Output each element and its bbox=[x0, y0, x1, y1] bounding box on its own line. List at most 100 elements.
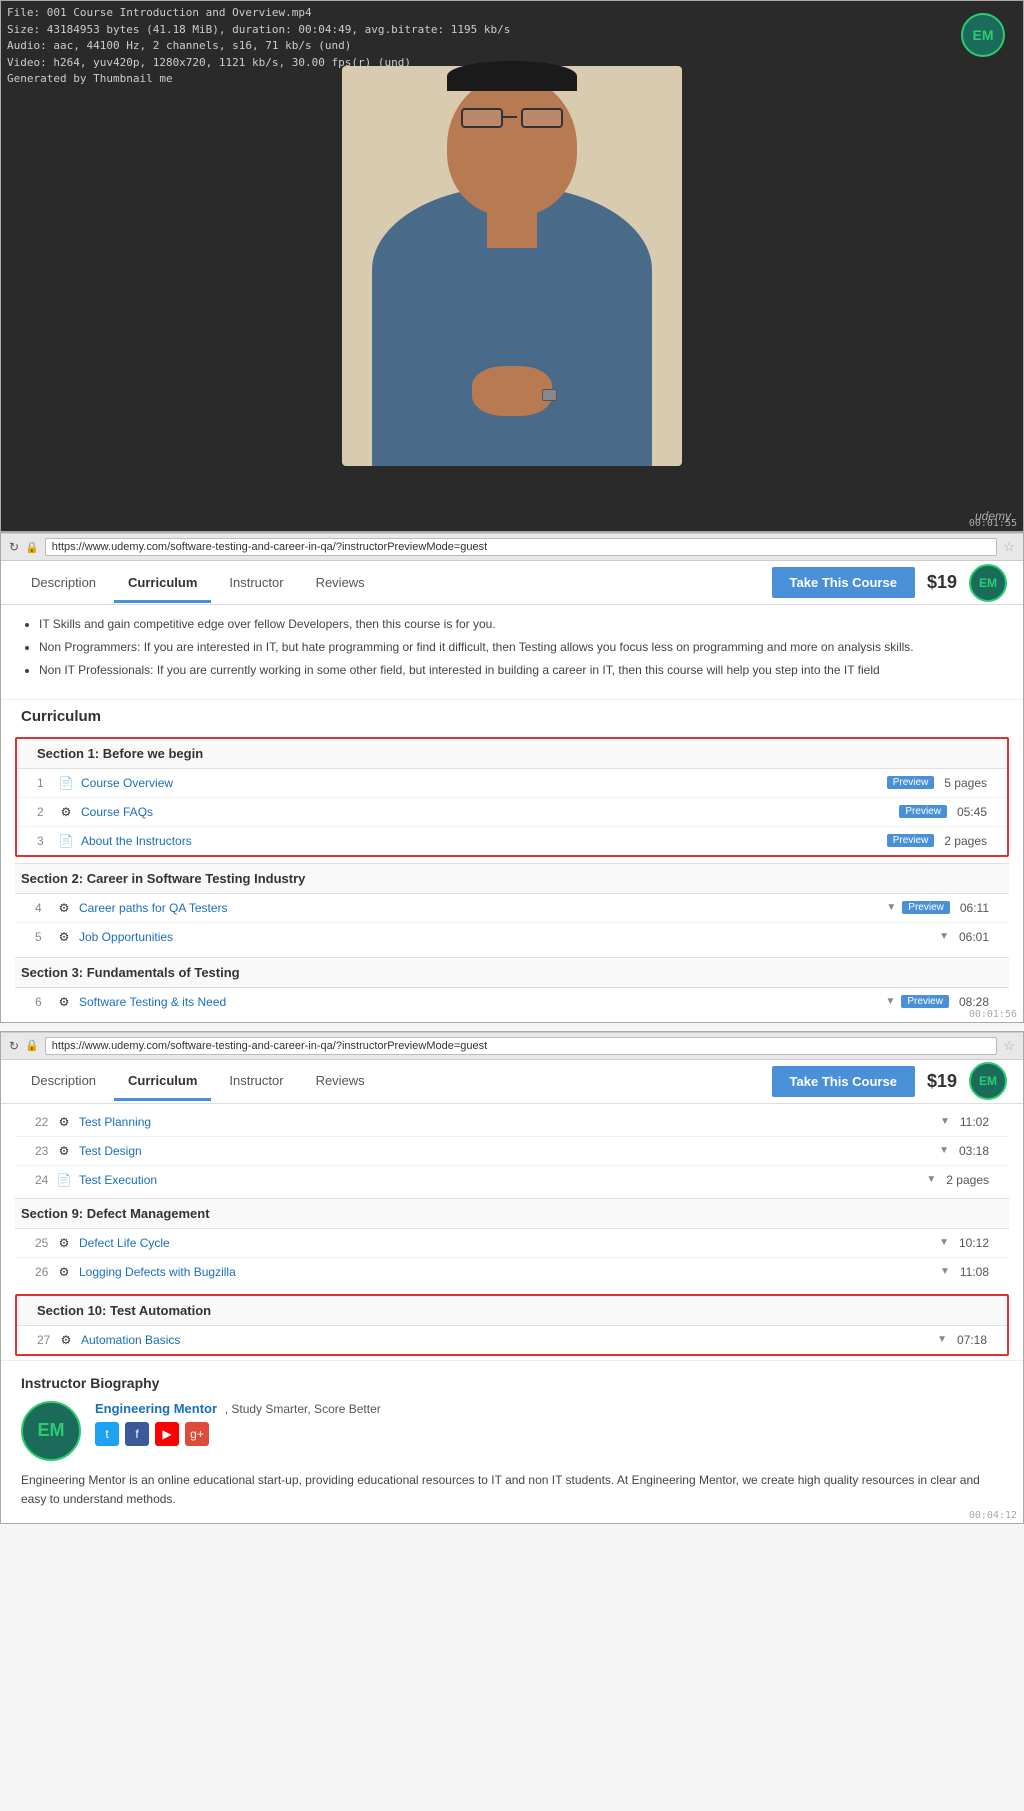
gear-icon-2: ⚙ bbox=[57, 805, 75, 819]
price-label-2: $19 bbox=[927, 1071, 957, 1092]
dropdown-arrow-6[interactable]: ▼ bbox=[885, 996, 895, 1007]
take-course-button-2[interactable]: Take This Course bbox=[772, 1066, 915, 1097]
test-mgmt-container: 22 ⚙ Test Planning ▼ 11:02 23 ⚙ Test Des… bbox=[15, 1108, 1009, 1194]
item-title-26[interactable]: Logging Defects with Bugzilla bbox=[79, 1265, 937, 1279]
section-3-header: Section 3: Fundamentals of Testing bbox=[15, 957, 1009, 988]
gear-icon-25: ⚙ bbox=[55, 1236, 73, 1250]
tab-instructor-1[interactable]: Instructor bbox=[215, 563, 297, 603]
dropdown-arrow-24[interactable]: ▼ bbox=[926, 1174, 936, 1185]
preview-badge-3[interactable]: Preview bbox=[887, 834, 935, 847]
doc-icon-3: 📄 bbox=[57, 834, 75, 848]
curriculum-item-22: 22 ⚙ Test Planning ▼ 11:02 bbox=[15, 1108, 1009, 1137]
item-duration-22: 11:02 bbox=[960, 1115, 989, 1129]
dropdown-arrow-25[interactable]: ▼ bbox=[939, 1237, 949, 1248]
bio-name[interactable]: Engineering Mentor bbox=[95, 1401, 217, 1416]
page-content-2: Description Curriculum Instructor Review… bbox=[1, 1060, 1023, 1523]
preview-badge-2[interactable]: Preview bbox=[899, 805, 947, 818]
section-2-header: Section 2: Career in Software Testing In… bbox=[15, 863, 1009, 894]
social-twitter-icon[interactable]: t bbox=[95, 1422, 119, 1446]
section-2-container: Section 2: Career in Software Testing In… bbox=[15, 863, 1009, 951]
gear-icon-26: ⚙ bbox=[55, 1265, 73, 1279]
gear-icon-27: ⚙ bbox=[57, 1333, 75, 1347]
desc-item-1: IT Skills and gain competitive edge over… bbox=[39, 615, 1003, 634]
description-list: IT Skills and gain competitive edge over… bbox=[21, 615, 1003, 681]
section-1-box: Section 1: Before we begin 1 📄 Course Ov… bbox=[15, 737, 1009, 857]
curriculum-item-23: 23 ⚙ Test Design ▼ 03:18 bbox=[15, 1137, 1009, 1166]
social-gplus-icon[interactable]: g+ bbox=[185, 1422, 209, 1446]
bio-tagline: , Study Smarter, Score Better bbox=[225, 1402, 381, 1416]
desc-item-3: Non IT Professionals: If you are current… bbox=[39, 661, 1003, 680]
item-title-24[interactable]: Test Execution bbox=[79, 1173, 923, 1187]
section-1-header: Section 1: Before we begin bbox=[17, 739, 1007, 769]
item-title-5[interactable]: Job Opportunities bbox=[79, 930, 936, 944]
dropdown-arrow-4[interactable]: ▼ bbox=[886, 902, 896, 913]
social-facebook-icon[interactable]: f bbox=[125, 1422, 149, 1446]
em-logo-video: EM bbox=[961, 13, 1005, 57]
section-3-container: Section 3: Fundamentals of Testing 6 ⚙ S… bbox=[15, 957, 1009, 1016]
curriculum-item-6: 6 ⚙ Software Testing & its Need ▼ Previe… bbox=[15, 988, 1009, 1016]
item-duration-23: 03:18 bbox=[959, 1144, 989, 1158]
tab-instructor-2[interactable]: Instructor bbox=[215, 1061, 297, 1101]
dropdown-arrow-23[interactable]: ▼ bbox=[939, 1145, 949, 1156]
curriculum-item-4: 4 ⚙ Career paths for QA Testers ▼ Previe… bbox=[15, 894, 1009, 923]
bookmark-icon-2[interactable]: ☆ bbox=[1003, 1038, 1015, 1054]
social-youtube-icon[interactable]: ▶ bbox=[155, 1422, 179, 1446]
url-bar-1[interactable]: https://www.udemy.com/software-testing-a… bbox=[45, 538, 998, 556]
item-title-3[interactable]: About the Instructors bbox=[81, 834, 881, 848]
item-title-25[interactable]: Defect Life Cycle bbox=[79, 1236, 936, 1250]
url-bar-2[interactable]: https://www.udemy.com/software-testing-a… bbox=[45, 1037, 998, 1055]
dropdown-arrow-27[interactable]: ▼ bbox=[937, 1334, 947, 1345]
gear-icon-22: ⚙ bbox=[55, 1115, 73, 1129]
doc-icon-1: 📄 bbox=[57, 776, 75, 790]
gear-icon-6: ⚙ bbox=[55, 995, 73, 1009]
section-10-header: Section 10: Test Automation bbox=[17, 1296, 1007, 1326]
preview-badge-6[interactable]: Preview bbox=[901, 995, 949, 1008]
curriculum-item-2: 2 ⚙ Course FAQs Preview 05:45 bbox=[17, 798, 1007, 827]
em-logo-nav-2: EM bbox=[969, 1062, 1007, 1100]
take-course-button-1[interactable]: Take This Course bbox=[772, 567, 915, 598]
timestamp-2: 00:04:12 bbox=[969, 1510, 1017, 1521]
tab-reviews-1[interactable]: Reviews bbox=[302, 563, 379, 603]
tab-description-2[interactable]: Description bbox=[17, 1061, 110, 1101]
item-title-4[interactable]: Career paths for QA Testers bbox=[79, 901, 883, 915]
em-logo-nav-1: EM bbox=[969, 564, 1007, 602]
social-icons: t f ▶ g+ bbox=[95, 1422, 1003, 1446]
instructor-biography: Instructor Biography EM Engineering Ment… bbox=[1, 1360, 1023, 1523]
section-9-container: Section 9: Defect Management 25 ⚙ Defect… bbox=[15, 1198, 1009, 1286]
desc-item-2: Non Programmers: If you are interested i… bbox=[39, 638, 1003, 657]
tab-reviews-2[interactable]: Reviews bbox=[302, 1061, 379, 1101]
dropdown-arrow-26[interactable]: ▼ bbox=[940, 1266, 950, 1277]
nav-tabs-2: Description Curriculum Instructor Review… bbox=[1, 1060, 1023, 1104]
item-title-22[interactable]: Test Planning bbox=[79, 1115, 937, 1129]
dropdown-arrow-5[interactable]: ▼ bbox=[939, 931, 949, 942]
tab-curriculum-1[interactable]: Curriculum bbox=[114, 563, 211, 603]
video-player: File: 001 Course Introduction and Overvi… bbox=[1, 1, 1023, 531]
bio-info: Engineering Mentor , Study Smarter, Scor… bbox=[95, 1401, 1003, 1446]
item-title-1[interactable]: Course Overview bbox=[81, 776, 881, 790]
tab-description-1[interactable]: Description bbox=[17, 563, 110, 603]
refresh-icon[interactable]: ↻ bbox=[9, 540, 19, 554]
curriculum-item-26: 26 ⚙ Logging Defects with Bugzilla ▼ 11:… bbox=[15, 1258, 1009, 1286]
refresh-icon-2[interactable]: ↻ bbox=[9, 1039, 19, 1053]
item-title-2[interactable]: Course FAQs bbox=[81, 805, 893, 819]
instructor-bio-title: Instructor Biography bbox=[21, 1375, 1003, 1391]
preview-badge-4[interactable]: Preview bbox=[902, 901, 950, 914]
instructor-bio-row: EM Engineering Mentor , Study Smarter, S… bbox=[21, 1401, 1003, 1461]
item-duration-25: 10:12 bbox=[959, 1236, 989, 1250]
item-duration-26: 11:08 bbox=[960, 1265, 989, 1279]
bookmark-icon[interactable]: ☆ bbox=[1003, 539, 1015, 555]
browser-bar-1: ↻ 🔒 https://www.udemy.com/software-testi… bbox=[1, 533, 1023, 561]
browser-bar-2: ↻ 🔒 https://www.udemy.com/software-testi… bbox=[1, 1032, 1023, 1060]
doc-icon-24: 📄 bbox=[55, 1173, 73, 1187]
item-duration-27: 07:18 bbox=[957, 1333, 987, 1347]
item-duration-24: 2 pages bbox=[946, 1173, 989, 1187]
item-title-23[interactable]: Test Design bbox=[79, 1144, 936, 1158]
item-title-6[interactable]: Software Testing & its Need bbox=[79, 995, 882, 1009]
curriculum-item-24: 24 📄 Test Execution ▼ 2 pages bbox=[15, 1166, 1009, 1194]
item-title-27[interactable]: Automation Basics bbox=[81, 1333, 934, 1347]
preview-badge-1[interactable]: Preview bbox=[887, 776, 935, 789]
price-label-1: $19 bbox=[927, 572, 957, 593]
dropdown-arrow-22[interactable]: ▼ bbox=[940, 1116, 950, 1127]
description-section: IT Skills and gain competitive edge over… bbox=[1, 605, 1023, 695]
tab-curriculum-2[interactable]: Curriculum bbox=[114, 1061, 211, 1101]
